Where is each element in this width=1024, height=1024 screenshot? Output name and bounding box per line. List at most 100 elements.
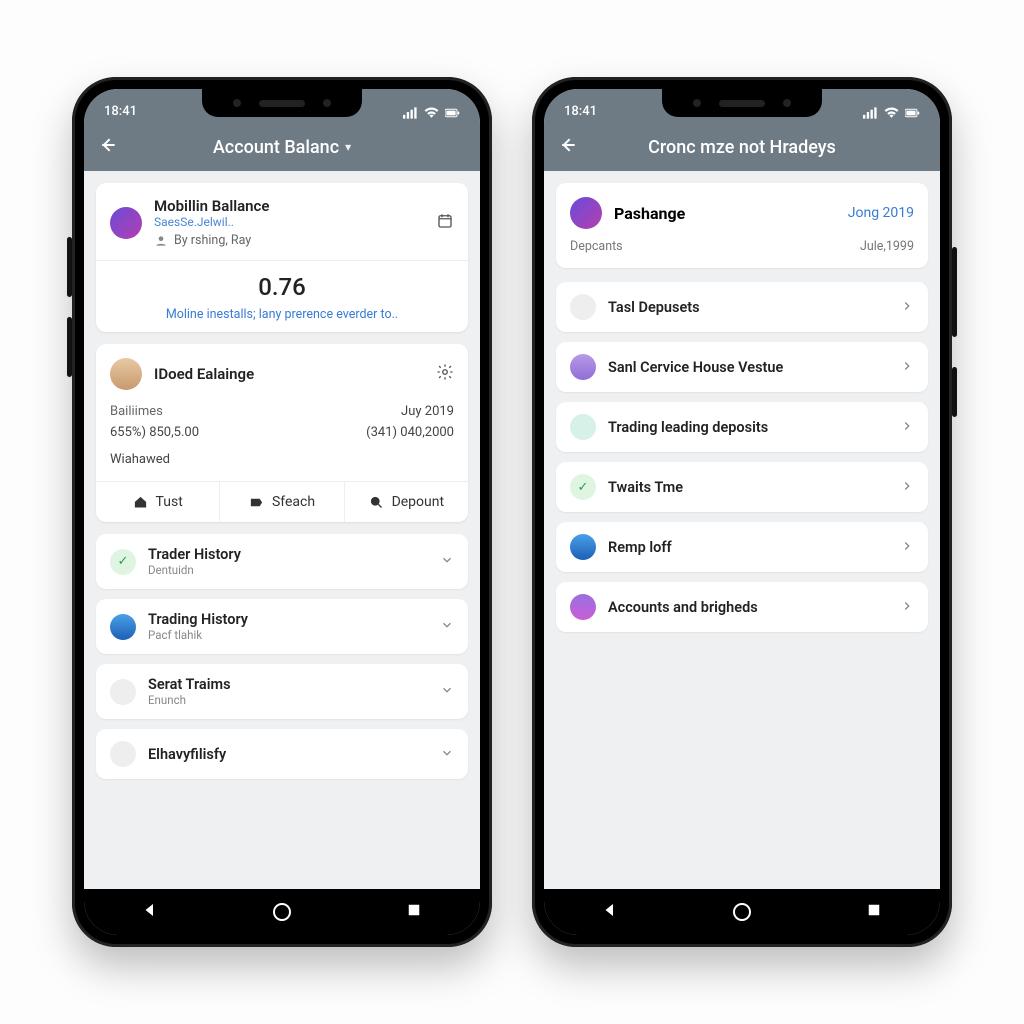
list-item[interactable]: Accounts and brigheds — [556, 582, 928, 632]
nav-home[interactable] — [733, 903, 751, 921]
page-title[interactable]: Account Balanc ▾ — [126, 137, 438, 158]
chevron-right-icon — [900, 539, 914, 553]
list-title: Trader History — [148, 546, 428, 563]
list-title: Elhavyfilisfy — [148, 746, 428, 763]
person-icon — [154, 234, 168, 248]
status-icons — [403, 107, 460, 119]
list-icon — [570, 414, 596, 440]
list-icon: ✓ — [110, 549, 136, 575]
balance-subtitle: SaesSe.Jelwil.. — [154, 215, 424, 229]
nav-recent[interactable] — [865, 901, 883, 923]
list-icon — [110, 741, 136, 767]
list-icon: ✓ — [570, 474, 596, 500]
action-row: Tust Sfeach Depount — [96, 481, 468, 522]
label: Juy 2019 — [401, 404, 454, 419]
list-sub: Pacf tlahik — [148, 628, 428, 642]
status-label: Wiahawed — [110, 452, 170, 467]
expand-toggle[interactable] — [440, 682, 454, 701]
open-arrow[interactable] — [900, 538, 914, 557]
avatar — [570, 197, 602, 229]
list-item[interactable]: Sanl Cervice House Vestue — [556, 342, 928, 392]
chevron-down-icon — [440, 683, 454, 697]
screen: 18:41 Cronc mze not Hradeys Pasha — [544, 89, 940, 935]
balance-title: Mobillin Ballance — [154, 197, 424, 215]
back-button[interactable] — [98, 135, 118, 160]
header-link[interactable]: Jong 2019 — [848, 205, 914, 221]
status-icons — [863, 107, 920, 119]
list-icon — [110, 679, 136, 705]
back-button[interactable] — [558, 135, 578, 160]
nav-home[interactable] — [273, 903, 291, 921]
list-title: Twaits Tme — [608, 479, 888, 496]
list-title: Accounts and brigheds — [608, 599, 888, 616]
action-deposit[interactable]: Depount — [345, 482, 468, 522]
value: 655%) 850,5.00 — [110, 425, 199, 440]
action-search[interactable]: Sfeach — [220, 482, 344, 522]
phone-left: 18:41 Account Balanc ▾ — [72, 77, 492, 947]
chevron-down-icon — [440, 746, 454, 760]
list-icon — [570, 594, 596, 620]
open-arrow[interactable] — [900, 358, 914, 377]
list-item[interactable]: ✓ Twaits Tme — [556, 462, 928, 512]
chevron-down-icon — [440, 618, 454, 632]
phone-right: 18:41 Cronc mze not Hradeys Pasha — [532, 77, 952, 947]
android-navbar — [84, 889, 480, 935]
battery-icon — [905, 107, 920, 119]
chevron-down-icon: ▾ — [345, 140, 351, 154]
gear-icon — [436, 363, 454, 381]
calendar-icon — [436, 212, 454, 230]
content: Mobillin Ballance SaesSe.Jelwil.. By rsh… — [84, 171, 480, 889]
expand-toggle[interactable] — [440, 745, 454, 764]
app-bar: Cronc mze not Hradeys — [544, 123, 940, 171]
status-time: 18:41 — [564, 104, 597, 119]
open-arrow[interactable] — [900, 418, 914, 437]
search-icon — [369, 495, 384, 510]
content: Pashange Jong 2019 Depcants Jule,1999 Ta… — [544, 171, 940, 889]
history-list: ✓Trader HistoryDentuidnTrading HistoryPa… — [96, 534, 468, 779]
expand-toggle[interactable] — [440, 617, 454, 636]
list-item[interactable]: Serat TraimsEnunch — [96, 664, 468, 719]
open-arrow[interactable] — [900, 298, 914, 317]
chevron-right-icon — [900, 419, 914, 433]
battery-icon — [445, 107, 460, 119]
expand-toggle[interactable] — [440, 552, 454, 571]
screen: 18:41 Account Balanc ▾ — [84, 89, 480, 935]
balance-card: Mobillin Ballance SaesSe.Jelwil.. By rsh… — [96, 183, 468, 332]
calendar-button[interactable] — [436, 212, 454, 234]
wifi-icon — [424, 107, 439, 119]
list-item[interactable]: Trading HistoryPacf tlahik — [96, 599, 468, 654]
list-icon — [570, 354, 596, 380]
list-title: Tasl Depusets — [608, 299, 888, 316]
chevron-right-icon — [900, 599, 914, 613]
signal-icon — [403, 107, 418, 119]
meta-right: Jule,1999 — [860, 239, 914, 254]
chevron-right-icon — [900, 479, 914, 493]
page-title: Cronc mze not Hradeys — [586, 137, 898, 158]
list-item[interactable]: Trading leading deposits — [556, 402, 928, 452]
value: (341) 040,2000 — [366, 425, 454, 440]
app-bar: Account Balanc ▾ — [84, 123, 480, 171]
list-title: Remp loff — [608, 539, 888, 556]
arrow-left-icon — [98, 135, 118, 155]
nav-back[interactable] — [141, 901, 159, 923]
header-card: Pashange Jong 2019 Depcants Jule,1999 — [556, 183, 928, 268]
avatar — [110, 207, 142, 239]
list-item[interactable]: Remp loff — [556, 522, 928, 572]
settings-button[interactable] — [436, 363, 454, 385]
list-item[interactable]: Elhavyfilisfy — [96, 729, 468, 779]
menu-list: Tasl Depusets Sanl Cervice House Vestue Tr… — [556, 282, 928, 632]
page-title-text: Account Balanc — [213, 137, 339, 158]
balance-link[interactable]: Moline inestalls; lany prerence everder … — [110, 307, 454, 322]
action-trust[interactable]: Tust — [96, 482, 220, 522]
chevron-down-icon — [440, 553, 454, 567]
open-arrow[interactable] — [900, 598, 914, 617]
open-arrow[interactable] — [900, 478, 914, 497]
list-icon — [570, 294, 596, 320]
list-title: Sanl Cervice House Vestue — [608, 359, 888, 376]
notch — [202, 89, 362, 117]
list-item[interactable]: Tasl Depusets — [556, 282, 928, 332]
list-item[interactable]: ✓Trader HistoryDentuidn — [96, 534, 468, 589]
nav-back[interactable] — [601, 901, 619, 923]
nav-recent[interactable] — [405, 901, 423, 923]
chevron-right-icon — [900, 299, 914, 313]
